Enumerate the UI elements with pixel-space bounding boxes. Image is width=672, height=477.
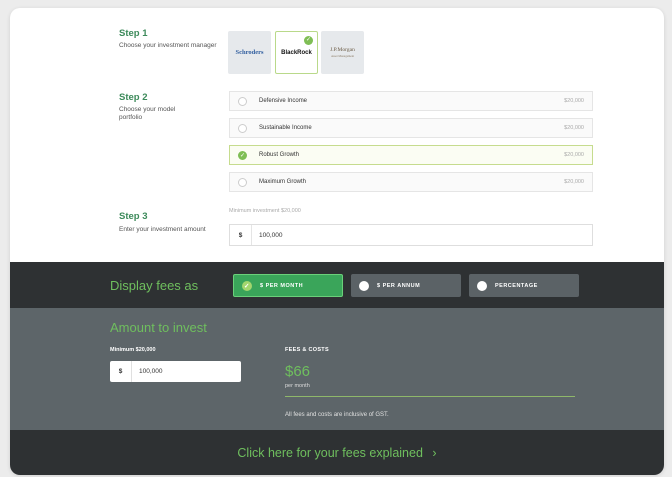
currency-symbol: $ xyxy=(230,225,252,245)
radio-icon xyxy=(359,280,369,291)
radio-icon xyxy=(477,280,487,291)
investment-amount-field[interactable]: $ 100,000 xyxy=(229,224,593,246)
fees-explained-link[interactable]: Click here for your fees explained › xyxy=(237,446,436,460)
portfolio-option-amount: $20,000 xyxy=(564,152,584,158)
fees-display-bar: Display fees as ✓ $ PER MONTH $ PER ANNU… xyxy=(10,262,664,308)
manager-option-jpmorgan[interactable]: J.P.Morgan Asset Management xyxy=(321,31,364,74)
portfolio-option-maximum-growth[interactable]: Maximum Growth $20,000 xyxy=(229,172,593,192)
radio-icon xyxy=(238,96,247,106)
radio-icon xyxy=(238,177,247,187)
fee-option-label: $ PER MONTH xyxy=(260,282,304,289)
portfolio-option-amount: $20,000 xyxy=(564,179,584,185)
fee-option-per-annum[interactable]: $ PER ANNUM xyxy=(351,274,461,297)
amount-input-value[interactable]: 100,000 xyxy=(132,368,163,375)
gst-note: All fees and costs are inclusive of GST. xyxy=(285,412,389,418)
portfolio-option-label: Sustainable Income xyxy=(259,125,312,131)
fee-option-label: $ PER ANNUM xyxy=(377,282,421,289)
portfolio-option-label: Defensive Income xyxy=(259,98,308,104)
fee-period: per month xyxy=(285,383,310,389)
manager-option-schroders[interactable]: Schroders xyxy=(228,31,271,74)
check-icon: ✓ xyxy=(238,150,247,160)
portfolio-option-amount: $20,000 xyxy=(564,125,584,131)
step2-description: Choose your model portfolio xyxy=(119,106,176,121)
portfolio-option-label: Robust Growth xyxy=(259,152,300,158)
chevron-right-icon: › xyxy=(432,445,437,460)
fees-costs-label: FEES & COSTS xyxy=(285,347,329,353)
minimum-amount-label: Minimum $20,000 xyxy=(110,347,156,353)
fees-explained-bar: Click here for your fees explained › xyxy=(10,430,664,475)
fee-option-percentage[interactable]: PERCENTAGE xyxy=(469,274,579,297)
schroders-logo: Schroders xyxy=(235,49,264,56)
check-icon: ✓ xyxy=(242,280,252,291)
amount-to-invest-panel: Amount to invest Minimum $20,000 $ 100,0… xyxy=(10,308,664,430)
portfolio-option-robust-growth[interactable]: ✓ Robust Growth $20,000 xyxy=(229,145,593,165)
currency-symbol: $ xyxy=(110,361,132,382)
fee-option-per-month[interactable]: ✓ $ PER MONTH xyxy=(233,274,343,297)
step2-title: Step 2 xyxy=(119,92,148,103)
radio-icon xyxy=(238,123,247,133)
check-icon: ✓ xyxy=(304,36,313,45)
portfolio-option-sustainable-income[interactable]: Sustainable Income $20,000 xyxy=(229,118,593,138)
fee-option-label: PERCENTAGE xyxy=(495,282,538,289)
display-fees-label: Display fees as xyxy=(110,278,199,293)
amount-input[interactable]: $ 100,000 xyxy=(110,361,241,382)
portfolio-option-defensive-income[interactable]: Defensive Income $20,000 xyxy=(229,91,593,111)
jpmorgan-logo: J.P.Morgan Asset Management xyxy=(330,46,355,58)
investment-amount-value[interactable]: 100,000 xyxy=(252,232,283,239)
blackrock-logo: BlackRock xyxy=(281,49,312,56)
step1-title: Step 1 xyxy=(119,28,148,39)
amount-to-invest-title: Amount to invest xyxy=(110,320,207,335)
step1-description: Choose your investment manager xyxy=(119,42,217,49)
divider xyxy=(285,396,575,397)
portfolio-option-amount: $20,000 xyxy=(564,98,584,104)
manager-option-blackrock[interactable]: ✓ BlackRock xyxy=(275,31,318,74)
portfolio-option-label: Maximum Growth xyxy=(259,179,307,185)
fees-calculator-card: Step 1 Choose your investment manager Sc… xyxy=(10,8,664,475)
minimum-investment-note: Minimum investment $20,000 xyxy=(229,208,301,214)
step3-title: Step 3 xyxy=(119,211,148,222)
fee-amount: $66 xyxy=(285,363,311,380)
step3-description: Enter your investment amount xyxy=(119,226,206,233)
